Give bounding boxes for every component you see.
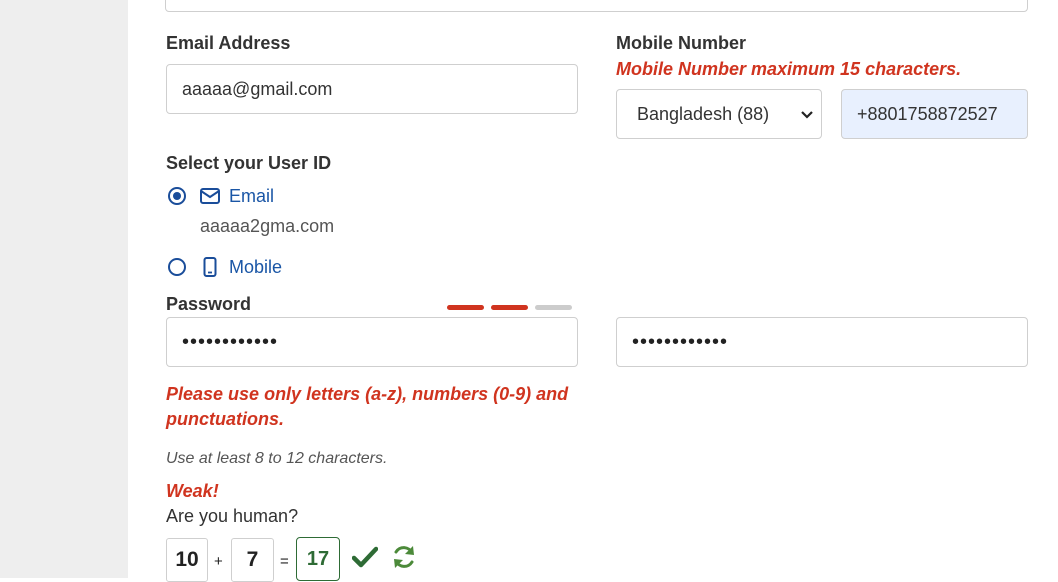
left-gutter xyxy=(0,0,128,578)
mobile-radio[interactable] xyxy=(168,258,186,276)
email-input[interactable] xyxy=(166,64,578,114)
mobile-label: Mobile Number xyxy=(616,33,747,53)
mobile-input[interactable] xyxy=(841,89,1028,139)
check-icon xyxy=(352,546,378,568)
confirm-password-masked-value: •••••••••••• xyxy=(632,330,729,353)
strength-bar-1 xyxy=(447,305,484,310)
password-label: Password xyxy=(166,294,252,314)
captcha-label: Are you human? xyxy=(166,506,299,526)
strength-bar-3 xyxy=(535,305,572,310)
previous-field[interactable] xyxy=(165,0,1028,12)
strength-text: Weak! xyxy=(166,481,219,501)
userid-option-mobile[interactable]: Mobile xyxy=(166,255,366,281)
userid-email-value: aaaaa2gma.com xyxy=(200,216,335,236)
captcha-answer-input[interactable] xyxy=(296,537,340,581)
password-error: Please use only letters (a-z), numbers (… xyxy=(166,384,569,429)
mobile-option-label: Mobile xyxy=(229,257,283,277)
captcha-operand-a: 10 xyxy=(166,538,208,582)
userid-option-email[interactable]: Email xyxy=(166,184,366,210)
refresh-icon[interactable] xyxy=(391,544,417,570)
mobile-error: Mobile Number maximum 15 characters. xyxy=(616,59,962,79)
password-hint: Use at least 8 to 12 characters. xyxy=(166,450,388,467)
confirm-password-input[interactable]: •••••••••••• xyxy=(616,317,1028,367)
userid-label: Select your User ID xyxy=(166,153,332,173)
password-masked-value: •••••••••••• xyxy=(182,330,279,353)
envelope-icon xyxy=(200,188,220,204)
email-option-label: Email xyxy=(229,186,275,206)
captcha-equals: = xyxy=(280,553,289,570)
strength-bar-2 xyxy=(491,305,528,310)
country-select[interactable]: Bangladesh (88) xyxy=(616,89,822,139)
email-label: Email Address xyxy=(166,33,291,53)
password-input[interactable]: •••••••••••• xyxy=(166,317,578,367)
country-selected-value: Bangladesh (88) xyxy=(637,103,770,124)
captcha-operand-b: 7 xyxy=(231,538,274,582)
captcha-operator: + xyxy=(214,553,223,570)
chevron-down-icon xyxy=(801,111,813,119)
mobile-phone-icon xyxy=(203,257,217,277)
email-radio[interactable] xyxy=(168,187,186,205)
